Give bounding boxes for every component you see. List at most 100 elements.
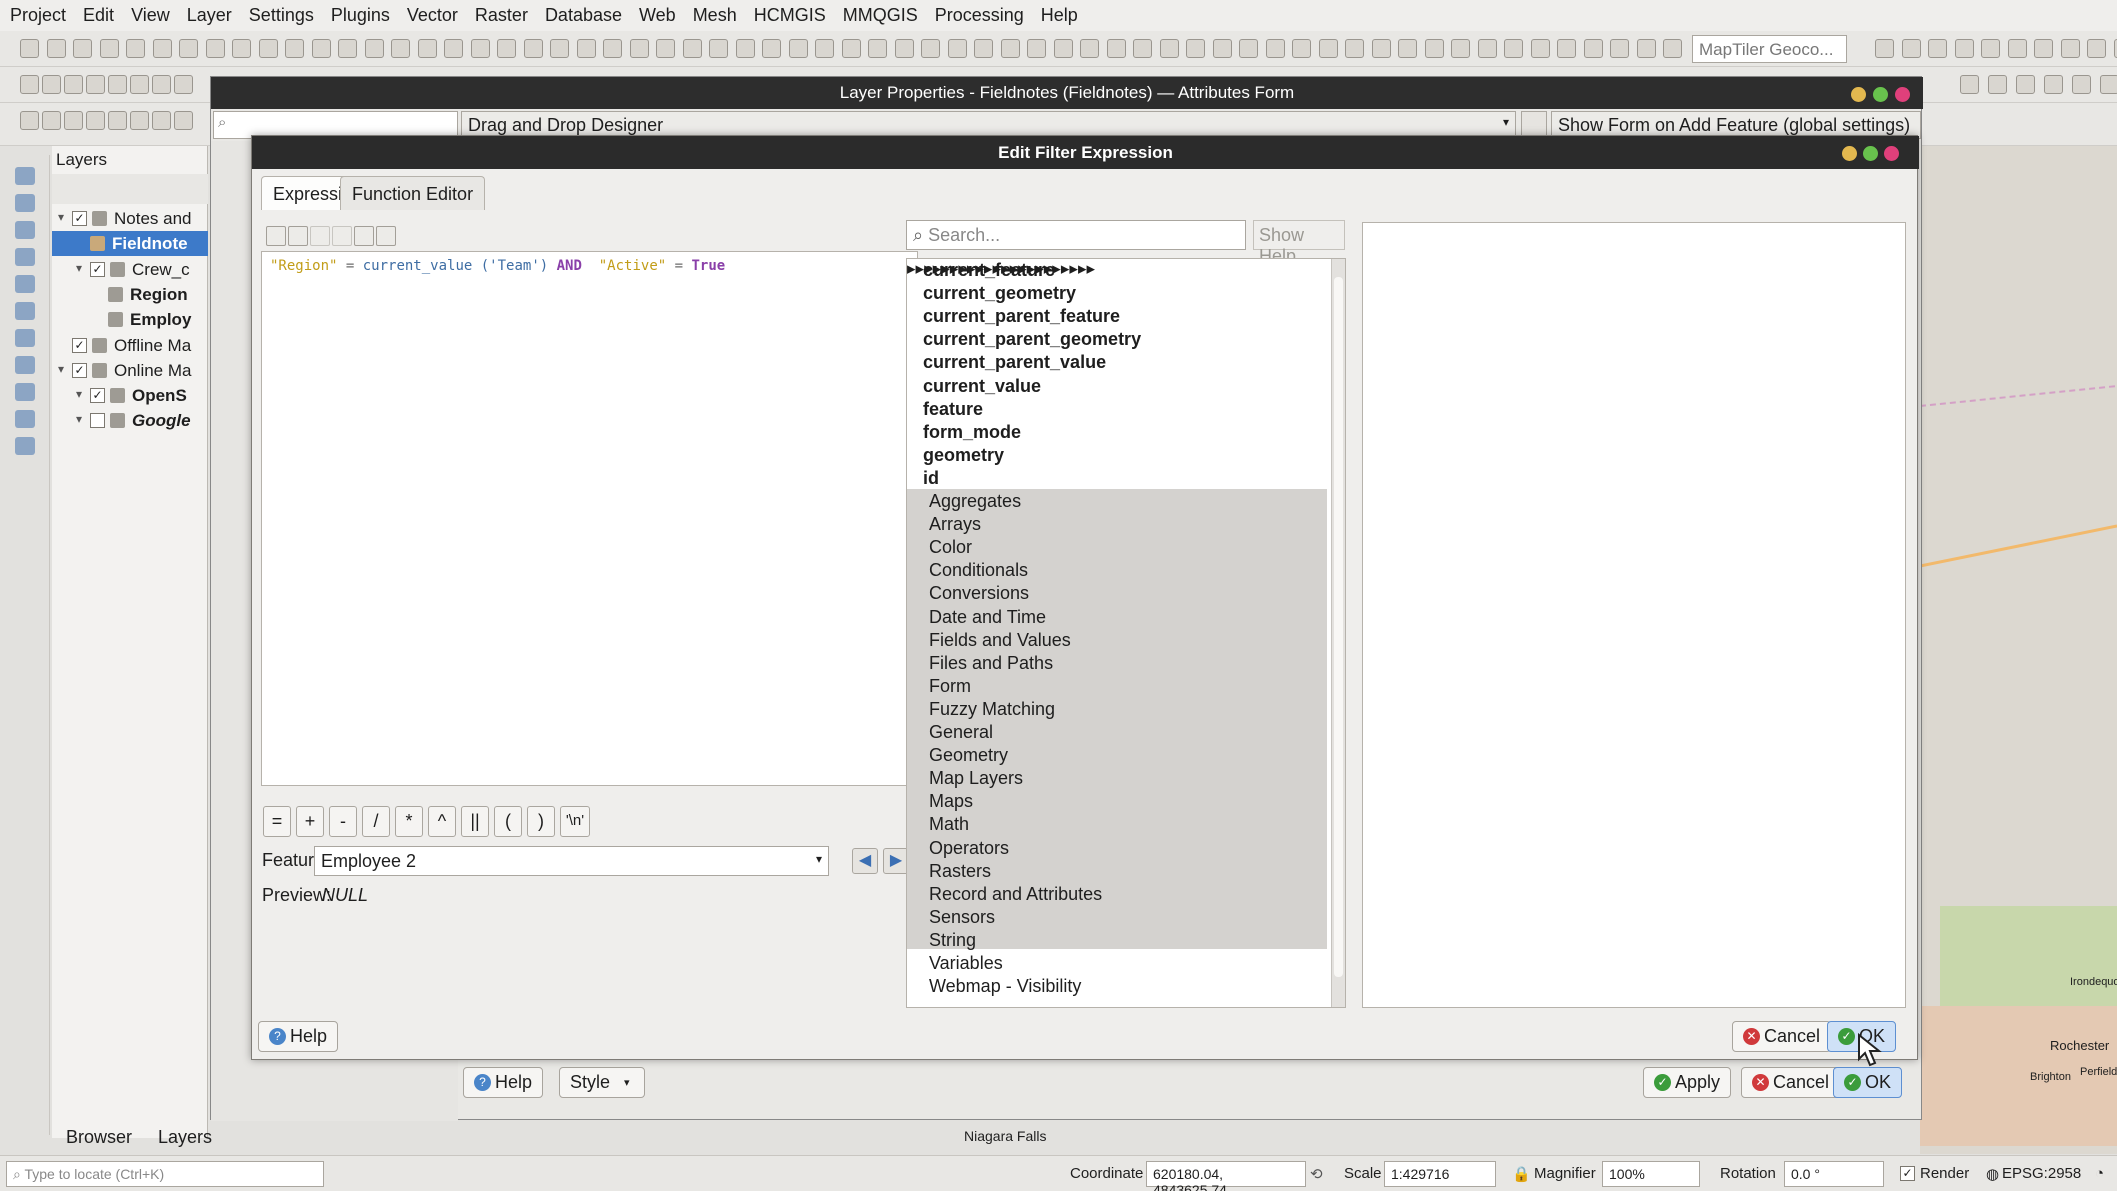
toolbar-tool-icon[interactable] [550, 39, 569, 58]
menu-item[interactable]: HCMGIS [754, 5, 826, 26]
crs-button[interactable]: EPSG:2958 [2002, 1165, 2081, 1182]
layer-visibility-checkbox[interactable]: ✓ [90, 261, 105, 277]
function-group-item[interactable]: Files and Paths [929, 653, 1053, 674]
show-help-button[interactable]: Show Help [1253, 220, 1345, 266]
toolbar-tool-icon[interactable] [1424, 39, 1444, 58]
toolbar-tool-icon[interactable] [1988, 75, 2007, 94]
tool-icon[interactable] [15, 302, 35, 320]
expand-toggle-icon[interactable]: ▾ [76, 261, 82, 275]
toolbar-tool-icon[interactable] [2044, 75, 2063, 94]
function-group-item[interactable]: Form [929, 676, 971, 697]
tool-icon[interactable] [15, 437, 35, 455]
tool-icon[interactable] [15, 356, 35, 374]
operator-button[interactable]: - [329, 806, 357, 837]
toolbar-tool-icon[interactable] [868, 39, 887, 58]
toolbar-tool-icon[interactable] [841, 39, 861, 58]
expand-toggle-icon[interactable]: ▾ [58, 362, 64, 376]
toolbar-tool-icon[interactable] [1159, 39, 1179, 58]
toolbar-tool-icon[interactable] [86, 75, 105, 94]
layer-item[interactable]: Employ [52, 307, 208, 332]
toolbar-tool-icon[interactable] [1027, 39, 1046, 58]
toolbar-tool-icon[interactable] [179, 39, 198, 58]
toolbar-tool-icon[interactable] [1398, 39, 1417, 58]
function-group-item[interactable]: Color [929, 537, 972, 558]
menu-item[interactable]: MMQGIS [843, 5, 918, 26]
function-search-input[interactable]: ⌕ Search... [906, 220, 1246, 250]
toolbar-tool-icon[interactable] [174, 111, 193, 130]
function-group-item[interactable]: Variables [929, 953, 1003, 974]
menu-item[interactable]: Web [639, 5, 676, 26]
toolbar-tool-icon[interactable] [1530, 39, 1550, 58]
toolbar-tool-icon[interactable] [73, 39, 92, 58]
toolbar-tool-icon[interactable] [1610, 39, 1629, 58]
export-icon[interactable] [376, 226, 396, 246]
toolbar-tool-icon[interactable] [656, 39, 675, 58]
toolbar-tool-icon[interactable] [99, 39, 119, 58]
toolbar-tool-icon[interactable] [130, 75, 149, 94]
toolbar-tool-icon[interactable] [232, 39, 251, 58]
toolbar-tool-icon[interactable] [682, 39, 702, 58]
toolbar-tool-icon[interactable] [2072, 75, 2091, 94]
function-group-item[interactable]: Webmap - Visibility [929, 976, 1081, 997]
layer-visibility-checkbox[interactable]: ✓ [90, 388, 105, 404]
toolbar-tool-icon[interactable] [1000, 39, 1020, 58]
save-icon[interactable] [288, 226, 308, 246]
toolbar-tool-icon[interactable] [1583, 39, 1603, 58]
lock-icon[interactable]: 🔒 [1512, 1165, 1531, 1183]
tool-icon[interactable] [15, 194, 35, 212]
function-list-scrollbar[interactable] [1331, 259, 1345, 1007]
tool-icon[interactable] [15, 329, 35, 347]
toolbar-tool-icon[interactable] [1292, 39, 1311, 58]
toolbar-tool-icon[interactable] [42, 111, 61, 130]
toolbar-tool-icon[interactable] [762, 39, 781, 58]
expand-toggle-icon[interactable]: ▾ [58, 210, 64, 224]
tool-icon[interactable] [15, 167, 35, 185]
operator-button[interactable]: ) [527, 806, 555, 837]
toolbar-tool-icon[interactable] [20, 39, 39, 58]
layer-visibility-checkbox[interactable]: ✓ [72, 337, 87, 353]
menu-item[interactable]: Settings [249, 5, 314, 26]
toolbar-tool-icon[interactable] [815, 39, 834, 58]
menu-item[interactable]: View [131, 5, 170, 26]
toolbar-tool-icon[interactable] [46, 39, 66, 58]
menu-item[interactable]: Mesh [693, 5, 737, 26]
toolbar-tool-icon[interactable] [576, 39, 596, 58]
operator-button[interactable]: || [461, 806, 489, 837]
toolbar-tool-icon[interactable] [497, 39, 516, 58]
toolbar-tool-icon[interactable] [629, 39, 649, 58]
toolbar-tool-icon[interactable] [152, 75, 171, 94]
layer-item[interactable]: ▾ ✓ Crew_c [52, 257, 208, 282]
delete-icon[interactable] [332, 226, 352, 246]
map-canvas[interactable]: Irondequoit Rochester Perfield Brighton [1919, 146, 2117, 1154]
toolbar-tool-icon[interactable] [130, 111, 149, 130]
close-icon[interactable] [1884, 146, 1899, 161]
new-file-icon[interactable] [266, 226, 286, 246]
toolbar-tool-icon[interactable] [523, 39, 543, 58]
toolbar-tool-icon[interactable] [1875, 39, 1894, 58]
toolbar-tool-icon[interactable] [152, 111, 171, 130]
help-button[interactable]: ? Help [463, 1067, 544, 1098]
toolbar-tool-icon[interactable] [338, 39, 357, 58]
operator-button[interactable]: / [362, 806, 390, 837]
toolbar-tool-icon[interactable] [126, 39, 145, 58]
toolbar-tool-icon[interactable] [20, 111, 39, 130]
toolbar-tool-icon[interactable] [2060, 39, 2080, 58]
function-list[interactable]: current_feature current_geometry current_p… [906, 258, 1346, 1008]
ok-button[interactable]: ✓ OK [1833, 1067, 1903, 1098]
operator-button[interactable]: '\n' [560, 806, 590, 837]
variable-item[interactable]: current_geometry [923, 283, 1076, 304]
variable-item[interactable]: geometry [923, 445, 1004, 466]
toolbar-tool-icon[interactable] [258, 39, 278, 58]
toolbar-tool-icon[interactable] [735, 39, 755, 58]
toolbar-tool-icon[interactable] [391, 39, 410, 58]
toolbar-tool-icon[interactable] [788, 39, 808, 58]
variable-item[interactable]: current_feature [923, 260, 1055, 281]
expand-arrow-icon[interactable]: ▸ [1086, 259, 1095, 278]
toolbar-tool-icon[interactable] [1636, 39, 1656, 58]
toolbar-tool-icon[interactable] [174, 75, 193, 94]
help-button[interactable]: ? Help [258, 1021, 339, 1052]
menu-item[interactable]: Layer [187, 5, 232, 26]
toolbar-tool-icon[interactable] [1504, 39, 1523, 58]
toolbar-tool-icon[interactable] [1960, 75, 1979, 94]
operator-button[interactable]: ( [494, 806, 522, 837]
